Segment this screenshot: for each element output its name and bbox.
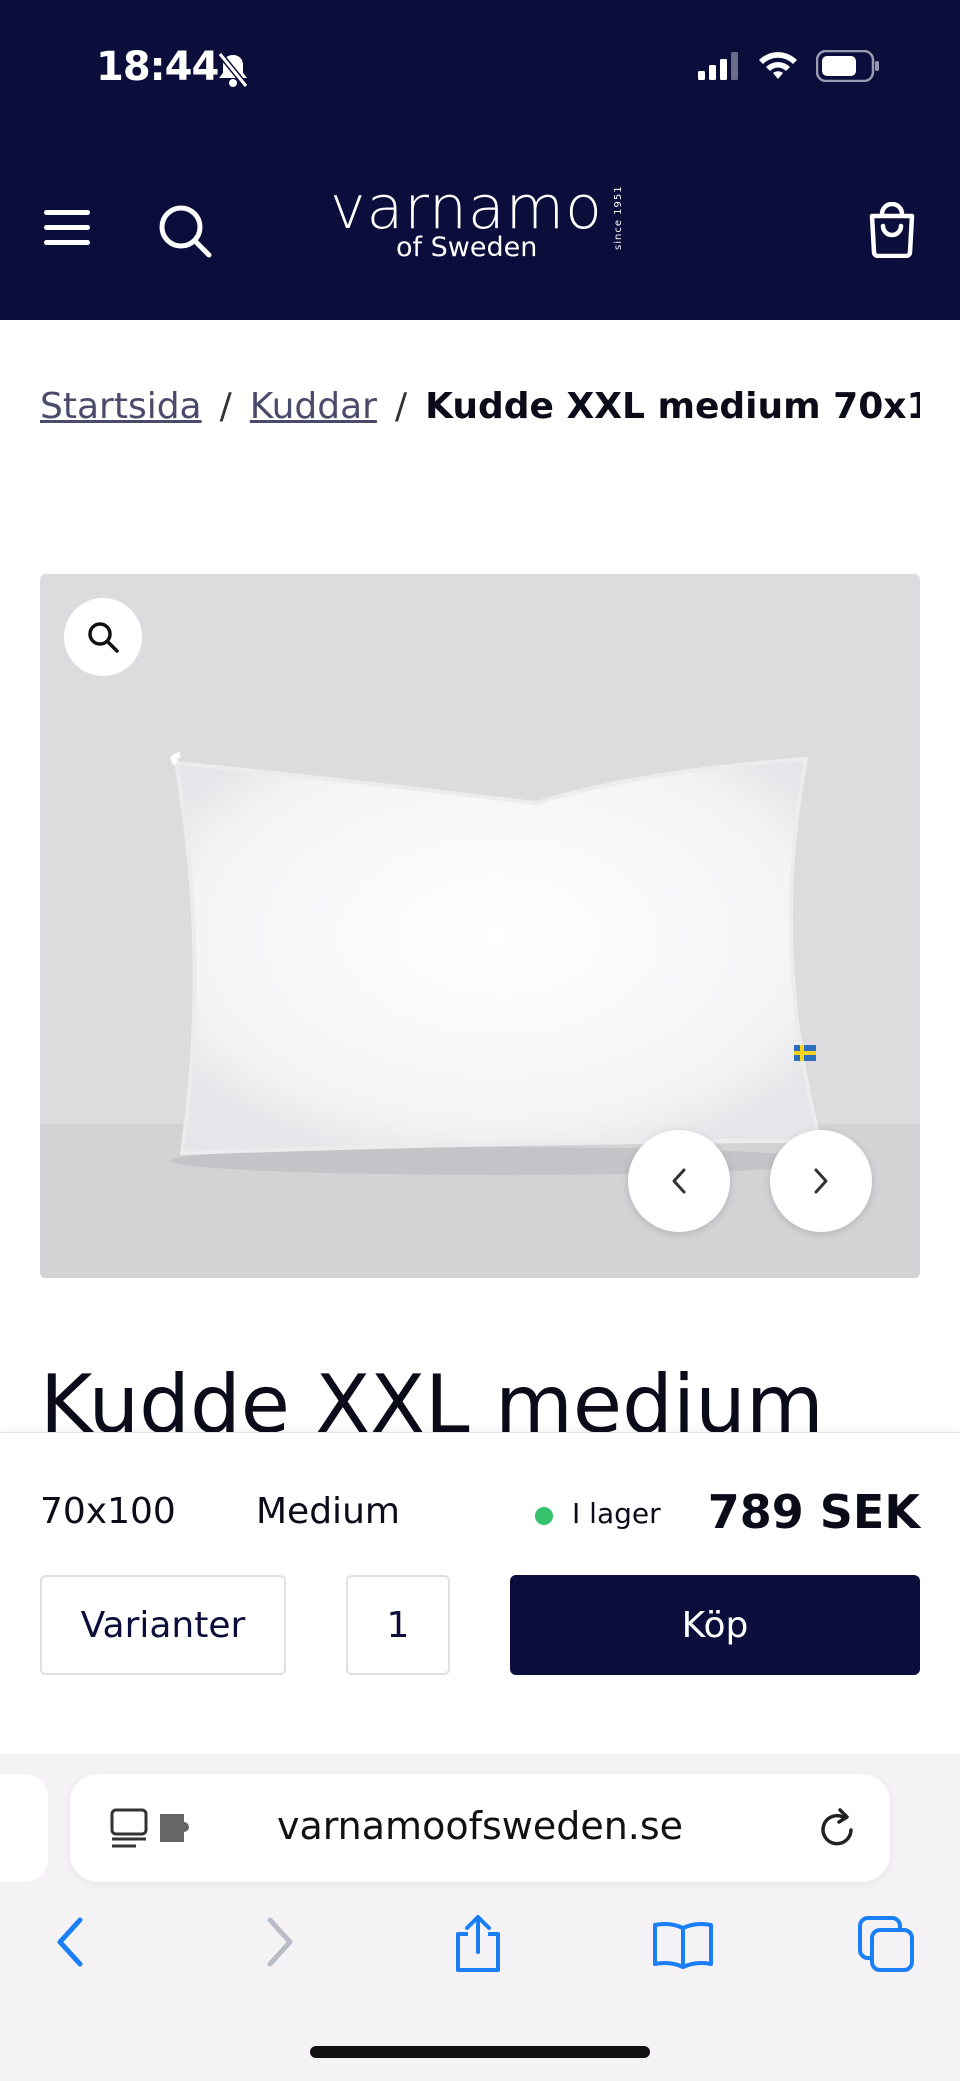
logo-since: since 1951 (613, 185, 624, 250)
breadcrumb: Startsida / Kuddar / Kudde XXL medium 70x100 (40, 382, 920, 432)
shopping-bag-icon (869, 201, 915, 259)
status-indicators (698, 50, 880, 82)
logo-subtitle: of Sweden (396, 232, 538, 263)
search-button[interactable] (158, 204, 212, 262)
browser-forward-button[interactable] (262, 1914, 298, 1974)
variants-button[interactable]: Varianter (40, 1575, 286, 1675)
bookmarks-button[interactable] (652, 1920, 714, 1974)
cellular-signal-icon (698, 52, 738, 80)
reload-icon (821, 1808, 853, 1846)
browser-back-button[interactable] (52, 1914, 88, 1974)
gallery-prev-button[interactable] (628, 1130, 730, 1232)
menu-button[interactable] (44, 210, 90, 250)
logo-wordmark: varnamo (330, 173, 603, 243)
chevron-left-icon (672, 1168, 686, 1194)
stock-status-dot (535, 1507, 553, 1525)
cart-button[interactable] (866, 201, 918, 262)
product-gallery[interactable] (40, 574, 920, 1278)
url-text: varnamoofsweden.se (276, 1804, 684, 1848)
silent-bell-icon (216, 52, 250, 92)
reload-button[interactable] (818, 1806, 858, 1854)
battery-icon (816, 50, 879, 82)
magnifier-icon (88, 622, 119, 653)
brand-logo[interactable]: varnamo of Sweden since 1951 (330, 178, 650, 268)
product-price: 789 SEK (707, 1485, 920, 1539)
hamburger-menu-icon (44, 210, 90, 245)
product-size: 70x100 (40, 1491, 176, 1532)
book-icon (653, 1922, 713, 1969)
breadcrumb-current: Kudde XXL medium 70x100 (425, 386, 920, 427)
gallery-next-button[interactable] (770, 1130, 872, 1232)
breadcrumb-separator: / (394, 386, 408, 427)
back-arrow-icon (57, 1917, 83, 1967)
status-time: 18:44 (96, 44, 219, 90)
breadcrumb-link-home[interactable]: Startsida (40, 386, 202, 427)
tabs-button[interactable] (858, 1916, 916, 1976)
previous-tab-peek[interactable] (0, 1774, 48, 1882)
tabs-icon (858, 1916, 914, 1972)
browser-toolbar: varnamoofsweden.se (0, 1754, 960, 2081)
home-indicator[interactable] (310, 2046, 650, 2058)
breadcrumb-separator: / (219, 386, 232, 427)
share-button[interactable] (452, 1914, 504, 1978)
product-image-pillow (170, 752, 830, 1175)
wifi-icon (759, 52, 797, 79)
breadcrumb-link-category[interactable]: Kuddar (250, 386, 377, 427)
stock-status: I lager (572, 1497, 661, 1530)
zoom-button[interactable] (64, 598, 142, 676)
site-header: 18:44 varnamo of Sweden since 1951 (0, 0, 960, 320)
search-icon (159, 205, 212, 258)
chevron-right-icon (814, 1168, 828, 1194)
quantity-input[interactable] (346, 1575, 450, 1675)
address-bar[interactable]: varnamoofsweden.se (70, 1774, 890, 1882)
buy-button[interactable]: Köp (510, 1575, 920, 1675)
product-firmness: Medium (256, 1491, 400, 1532)
share-icon (456, 1915, 500, 1972)
buy-bar: 70x100 Medium I lager 789 SEK Varianter … (0, 1432, 960, 1754)
forward-arrow-icon (267, 1917, 293, 1967)
